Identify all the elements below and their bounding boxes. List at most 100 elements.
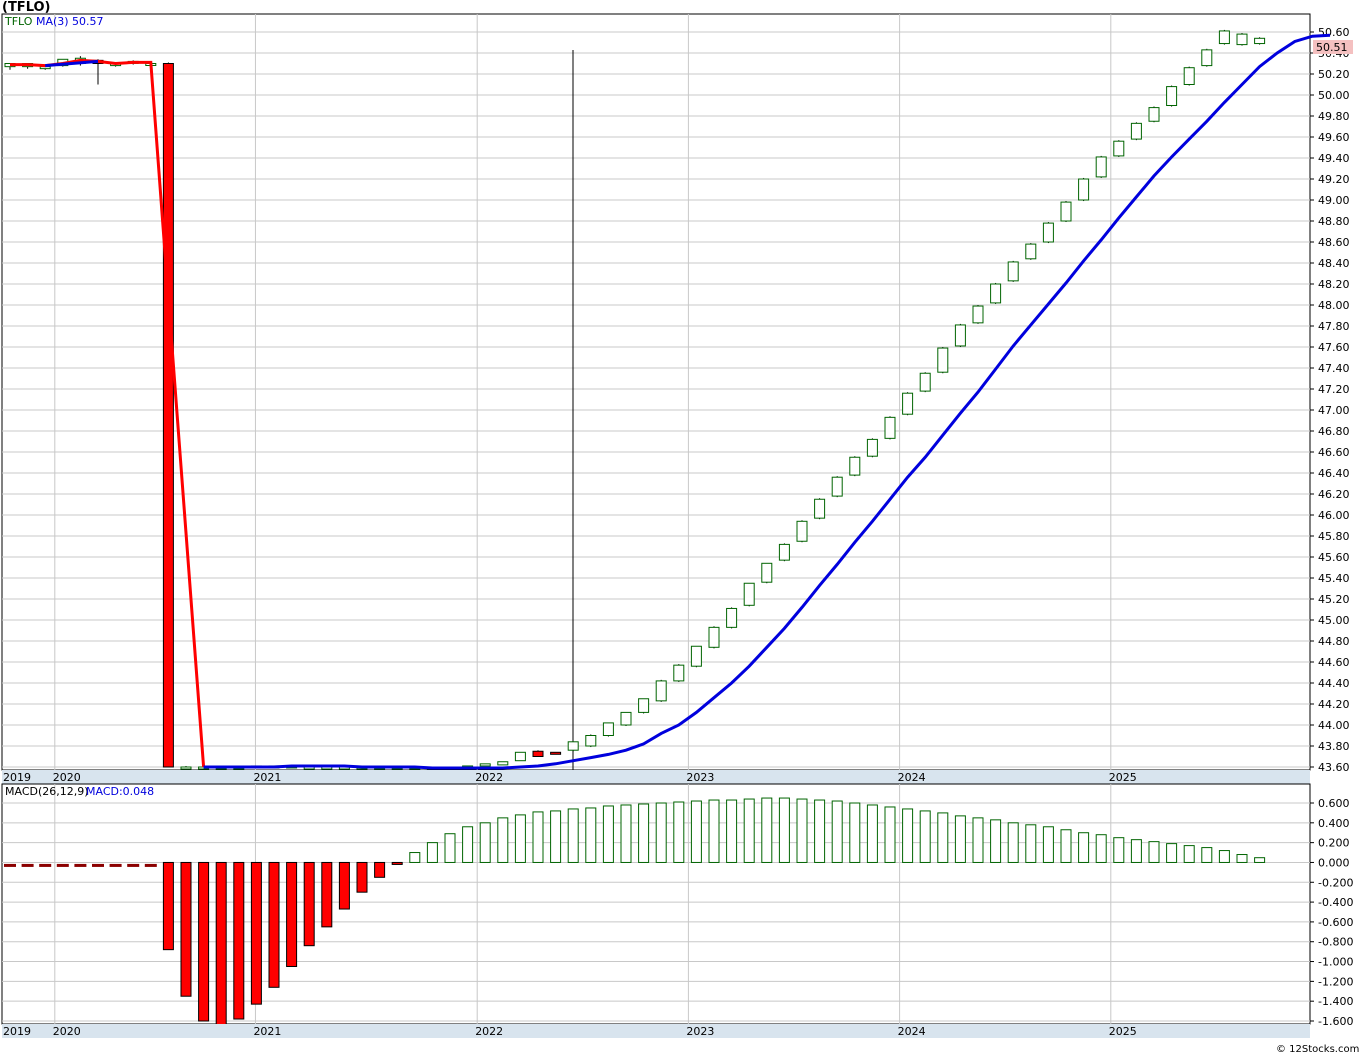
candle-body <box>479 763 491 767</box>
macd-bar <box>708 799 720 863</box>
macd-bar <box>1095 834 1107 863</box>
candle-body <box>1025 243 1037 260</box>
price-tick-label: 49.80 <box>1318 110 1350 123</box>
price-tick-label: 46.40 <box>1318 467 1350 480</box>
candle <box>514 751 526 762</box>
legend-ma-label: MA(3) <box>36 15 69 28</box>
macd-bar <box>1166 843 1178 863</box>
candle <box>1148 106 1160 123</box>
macd-tick-label: -0.400 <box>1318 896 1353 909</box>
macd-bar <box>374 861 386 878</box>
candle <box>866 438 878 458</box>
macd-tick-label: 0.000 <box>1318 856 1350 869</box>
price-tick-label: 48.80 <box>1318 215 1350 228</box>
candle-body <box>567 741 579 751</box>
macd-bar <box>497 817 509 863</box>
macd-bar <box>567 808 579 863</box>
macd-bar <box>761 797 773 863</box>
candle-body <box>849 456 861 476</box>
candle <box>1166 85 1178 107</box>
candle <box>919 372 931 393</box>
price-tick-label: 44.80 <box>1318 635 1350 648</box>
candle <box>972 305 984 324</box>
candle-body <box>162 63 174 768</box>
price-tick-label: 47.00 <box>1318 404 1350 417</box>
candle-body <box>1183 67 1195 85</box>
macd-tick-label: 0.200 <box>1318 837 1350 850</box>
candle <box>884 416 896 440</box>
candle-body <box>796 520 808 542</box>
candle-body <box>1218 30 1230 45</box>
legend-ma-value: 50.57 <box>72 15 104 28</box>
candle-body <box>550 751 562 755</box>
candle-body <box>814 498 826 519</box>
candle-body <box>1042 222 1054 243</box>
candle <box>1130 122 1142 141</box>
candle-body <box>497 761 509 766</box>
macd-bar <box>303 861 315 947</box>
candle-body <box>884 416 896 439</box>
x-tick-label: 2025 <box>1109 771 1137 784</box>
candle-body <box>778 543 790 561</box>
macd-bar <box>866 804 878 863</box>
macd-bar <box>814 799 826 863</box>
price-tick-label: 44.40 <box>1318 677 1350 690</box>
macd-bar <box>690 800 702 863</box>
candle-body <box>937 347 949 373</box>
candle <box>1078 177 1090 202</box>
macd-bar <box>286 861 298 967</box>
macd-bar <box>937 812 949 863</box>
macd-bar <box>1183 845 1195 863</box>
candle <box>1236 33 1248 46</box>
macd-bar <box>514 814 526 863</box>
candle-body <box>902 392 914 415</box>
price-tick-label: 43.60 <box>1318 761 1350 774</box>
candle-body <box>1201 49 1213 67</box>
candle-body <box>831 476 843 497</box>
candle-body <box>655 680 667 702</box>
macd-bar <box>620 804 632 863</box>
last-price-label: 50.51 <box>1316 41 1348 54</box>
macd-tick-label: 0.600 <box>1318 797 1350 810</box>
candle-body <box>743 582 755 606</box>
candle <box>1095 155 1107 178</box>
x-tick-label: 2024 <box>898 1025 926 1038</box>
price-tick-label: 46.60 <box>1318 446 1350 459</box>
candle <box>1025 243 1037 260</box>
macd-bar <box>796 798 808 863</box>
macd-bar <box>444 833 456 863</box>
macd-tick-label: -1.000 <box>1318 956 1353 969</box>
candle <box>1183 66 1195 86</box>
macd-tick-label: -1.600 <box>1318 1015 1353 1028</box>
candle <box>954 323 966 347</box>
candle-body <box>1007 261 1019 282</box>
price-tick-label: 48.40 <box>1318 257 1350 270</box>
macd-bar <box>954 815 966 863</box>
candle <box>620 711 632 727</box>
candle <box>479 763 491 767</box>
x-tick-label: 2025 <box>1109 1025 1137 1038</box>
macd-bar <box>778 797 790 863</box>
candle <box>1042 222 1054 244</box>
macd-bar <box>1042 826 1054 863</box>
macd-bar <box>162 861 174 951</box>
x-tick-label: 2022 <box>475 1025 503 1038</box>
candle <box>690 645 702 668</box>
macd-bar <box>673 801 685 863</box>
macd-bar <box>972 817 984 863</box>
candle <box>532 750 544 757</box>
macd-bar <box>391 861 403 865</box>
macd-bar <box>426 842 438 863</box>
x-tick-label: 2019 <box>3 771 31 784</box>
candle <box>1218 29 1230 45</box>
price-tick-label: 45.80 <box>1318 530 1350 543</box>
macd-bar <box>1007 822 1019 863</box>
macd-bar <box>726 799 738 863</box>
candle <box>778 543 790 562</box>
candle <box>1113 140 1125 157</box>
candle <box>761 562 773 584</box>
macd-bar <box>1113 837 1125 863</box>
price-tick-label: 45.60 <box>1318 551 1350 564</box>
candle <box>937 347 949 374</box>
macd-bar <box>1254 857 1266 863</box>
